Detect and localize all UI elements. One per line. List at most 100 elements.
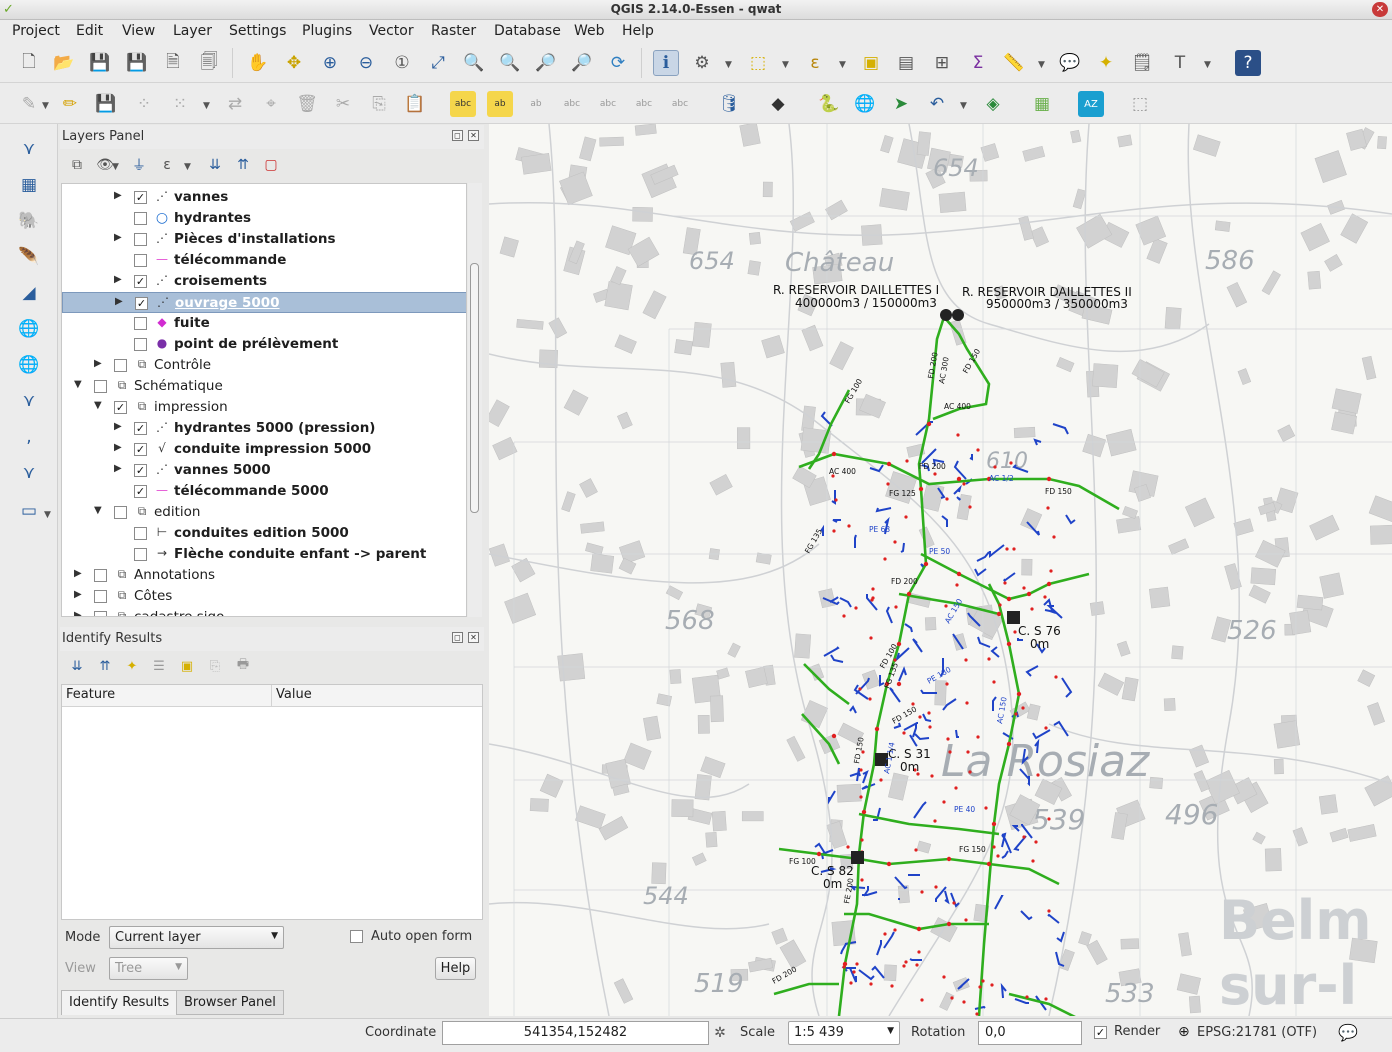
add-group-icon[interactable]: ⧉ [64,152,90,178]
text-annotation-icon[interactable]: T [1167,50,1193,76]
layer-visibility-checkbox[interactable]: ✓ [114,401,127,414]
valve-marker[interactable] [1009,461,1013,465]
save-as-icon[interactable]: 💾 [124,50,150,76]
valve-marker[interactable] [920,890,924,894]
valve-marker[interactable] [996,854,1000,858]
attribute-table-icon[interactable]: ▤ [893,50,919,76]
collapsed-arrow-icon[interactable]: ▶ [115,296,123,307]
collapsed-arrow-icon[interactable]: ▶ [74,589,82,600]
composer-manager-icon[interactable]: 🗐 [196,50,222,76]
valve-marker[interactable] [986,861,992,867]
valve-marker[interactable] [962,1000,966,1004]
collapsed-arrow-icon[interactable]: ▶ [74,568,82,579]
print-icon[interactable]: 🖶 [230,653,256,679]
valve-marker[interactable] [976,735,980,739]
valve-marker[interactable] [890,984,894,988]
action-icon[interactable]: ⚙ [689,50,715,76]
field-calculator-icon[interactable]: ⊞ [929,50,955,76]
help-icon[interactable]: ? [1235,50,1261,76]
valve-marker[interactable] [904,960,908,964]
add-feature-icon[interactable]: ⁘ [131,91,157,117]
zoom-out-icon[interactable]: ⊖ [353,50,379,76]
layer-visibility-checkbox[interactable] [134,338,147,351]
valve-marker[interactable] [860,878,864,882]
new-project-icon[interactable]: 🗋 [16,50,42,76]
save-project-icon[interactable]: 💾 [87,50,113,76]
menu-vector[interactable]: Vector [369,23,414,39]
valve-marker[interactable] [859,795,863,799]
valve-marker[interactable] [933,819,937,823]
valve-marker[interactable] [993,465,997,469]
valve-marker[interactable] [883,932,887,936]
map-plugin-icon[interactable]: ▦ [1029,91,1055,117]
layer-tree-row[interactable]: ✓ — télécommande 5000 [62,481,466,502]
valve-marker[interactable] [927,711,931,715]
valve-marker[interactable] [987,657,991,661]
valve-marker[interactable] [816,851,822,857]
valve-marker[interactable] [849,981,853,985]
layer-visibility-checkbox[interactable] [134,233,147,246]
valve-marker[interactable] [831,733,837,739]
edit-pencil-icon[interactable]: ✏ [57,91,83,117]
layer-tree-row[interactable]: ▶ ✓ √ conduite impression 5000 [62,439,466,460]
remove-layer-icon[interactable]: ▢ [258,152,284,178]
tab-identify-results[interactable]: Identify Results [61,990,178,1015]
layer-visibility-checkbox[interactable] [134,317,147,330]
valve-marker[interactable] [930,774,934,778]
clear-results-icon[interactable]: ☰ [146,653,172,679]
identify-features-icon[interactable]: ℹ [653,50,679,76]
zoom-native-icon[interactable]: ① [389,50,415,76]
valve-marker[interactable] [944,604,948,608]
tab-browser-panel[interactable]: Browser Panel [176,990,284,1015]
layer-visibility-checkbox[interactable]: ✓ [134,275,147,288]
menu-raster[interactable]: Raster [431,23,476,39]
valve-marker[interactable] [1052,535,1056,539]
layer-tree-row[interactable]: ▶ ✓ ⋰ vannes [62,187,466,208]
valve-marker[interactable] [992,845,996,849]
valve-marker[interactable] [893,540,897,544]
expanded-arrow-icon[interactable]: ▼ [94,505,102,516]
new-bookmark-icon[interactable]: ✦ [1093,50,1119,76]
valve-marker[interactable] [858,687,862,691]
layer-visibility-checkbox[interactable]: ✓ [134,443,147,456]
valve-marker[interactable] [991,821,997,827]
layer-tree-row[interactable]: ⊢ conduites edition 5000 [62,523,466,544]
valve-marker[interactable] [916,926,922,932]
valve-marker[interactable] [998,603,1002,607]
delete-icon[interactable]: 🗑 [294,91,320,117]
valve-marker[interactable] [946,737,950,741]
valve-marker[interactable] [854,606,858,610]
valve-marker[interactable] [1044,997,1048,1001]
add-virtual-layer-icon[interactable]: ⋎ [16,460,42,486]
valve-marker[interactable] [955,583,959,587]
collapsed-arrow-icon[interactable]: ▶ [114,232,122,243]
layer-visibility-checkbox[interactable] [114,506,127,519]
move-feature-icon[interactable]: ⇄ [222,91,248,117]
valve-marker[interactable] [861,809,867,815]
menu-help[interactable]: Help [622,23,654,39]
valve-marker[interactable] [934,885,938,889]
valve-marker[interactable] [981,979,985,983]
valve-marker[interactable] [950,996,954,1000]
globe-icon[interactable]: 🌐 [852,91,878,117]
layer-visibility-checkbox[interactable] [94,380,107,393]
menu-layer[interactable]: Layer [173,23,212,39]
deselect-icon[interactable]: ▣ [858,50,884,76]
value-column-header[interactable]: Value [272,685,482,707]
valve-marker[interactable] [942,975,946,979]
valve-marker[interactable] [1006,641,1012,647]
valve-marker[interactable] [945,497,949,501]
layer-tree-row[interactable]: ▼ ⧉ Schématique [62,376,466,397]
menu-project[interactable]: Project [12,23,60,39]
crs-globe-icon[interactable]: ⊕ [1178,1024,1190,1040]
collapsed-arrow-icon[interactable]: ▶ [114,274,122,285]
valve-marker[interactable] [1054,675,1058,679]
map-tips-icon[interactable]: 💬 [1057,50,1083,76]
valve-marker[interactable] [968,505,972,509]
identify-results-table[interactable]: Feature Value [61,684,483,920]
valve-marker[interactable] [902,964,906,968]
expand-new-icon[interactable]: ✦ [119,653,145,679]
collapsed-arrow-icon[interactable]: ▶ [114,421,122,432]
layer-visibility-checkbox[interactable] [134,212,147,225]
valve-marker[interactable] [946,921,952,927]
